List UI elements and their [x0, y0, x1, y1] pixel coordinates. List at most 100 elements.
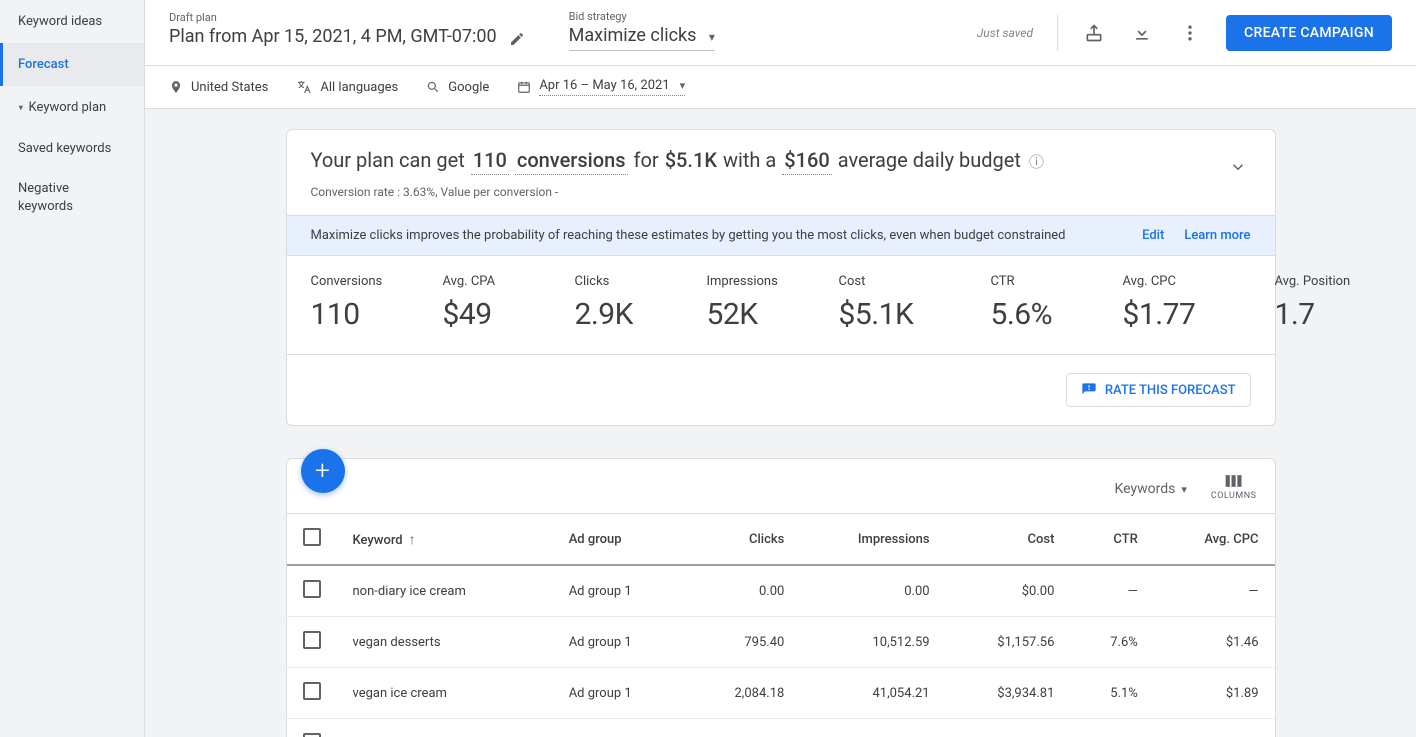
header-bar: Draft plan Plan from Apr 15, 2021, 4 PM,… [145, 0, 1416, 66]
chevron-down-icon: ▾ [709, 30, 715, 44]
table-row[interactable]: vegan ice creamAd group 12,084.1841,054.… [287, 668, 1275, 719]
col-clicks[interactable]: Clicks [686, 514, 801, 566]
sidebar-item-negative-keywords[interactable]: Negative keywords [0, 168, 144, 228]
cell-impressions: 8.06 [800, 719, 945, 737]
cell-avgcpc: $1.29 [1154, 719, 1275, 737]
filter-date-range[interactable]: Apr 16 – May 16, 2021 ▾ [517, 78, 685, 96]
more-options-icon[interactable] [1178, 21, 1202, 45]
metric-label: CTR [991, 274, 1081, 289]
headline-budget[interactable]: $160 [782, 148, 831, 175]
cell-avgcpc: $1.46 [1154, 617, 1275, 668]
col-impressions[interactable]: Impressions [800, 514, 945, 566]
headline-prefix: Your plan can get [311, 148, 465, 172]
sidebar-item-forecast[interactable]: Forecast [0, 43, 144, 86]
cell-adgroup: Ad group 1 [553, 719, 686, 737]
rate-forecast-button[interactable]: RATE THIS FORECAST [1066, 373, 1251, 407]
headline-cost: $5.1K [665, 148, 717, 172]
plan-name[interactable]: Plan from Apr 15, 2021, 4 PM, GMT-07:00 [169, 26, 497, 51]
metric-label: Conversions [311, 274, 401, 289]
forecast-subline: Conversion rate : 3.63%, Value per conve… [311, 185, 1251, 199]
add-keyword-fab[interactable]: + [301, 449, 345, 493]
bid-strategy-group: Bid strategy Maximize clicks ▾ [569, 10, 715, 51]
metric-value: 2.9K [575, 297, 665, 332]
filter-language-label: All languages [320, 80, 398, 95]
sidebar: Keyword ideas Forecast Keyword plan Save… [0, 0, 145, 737]
notice-learn-link[interactable]: Learn more [1184, 228, 1250, 243]
metric-label: Avg. CPC [1123, 274, 1233, 289]
share-icon[interactable] [1082, 21, 1106, 45]
metric-value: $5.1K [839, 297, 949, 332]
columns-icon [1224, 473, 1244, 489]
cell-clicks: 795.40 [686, 617, 801, 668]
feedback-icon [1081, 382, 1097, 398]
notice-text: Maximize clicks improves the probability… [311, 228, 1066, 243]
download-icon[interactable] [1130, 21, 1154, 45]
edit-plan-name-icon[interactable] [505, 27, 529, 51]
notice-edit-link[interactable]: Edit [1142, 228, 1164, 243]
select-all-checkbox[interactable] [303, 528, 321, 546]
columns-button[interactable]: COLUMNS [1211, 473, 1257, 501]
expand-summary-icon[interactable] [1229, 158, 1247, 176]
row-checkbox[interactable] [303, 580, 321, 598]
col-adgroup[interactable]: Ad group [553, 514, 686, 566]
sidebar-item-saved-keywords[interactable]: Saved keywords [0, 129, 144, 168]
metric-label: Impressions [707, 274, 797, 289]
metric-value: 1.7 [1275, 297, 1365, 332]
headline-suffix: average daily budget [838, 148, 1021, 172]
cell-cost: $3,934.81 [946, 668, 1071, 719]
col-cost[interactable]: Cost [946, 514, 1071, 566]
cell-keyword: vegan ice cream fla... [337, 719, 553, 737]
headline-conversions-value[interactable]: 110 [471, 148, 509, 175]
headline-for: for [634, 148, 659, 172]
headline-with: with a [723, 148, 776, 172]
cell-adgroup: Ad group 1 [553, 668, 686, 719]
bid-strategy-label: Bid strategy [569, 10, 715, 23]
table-view-dropdown[interactable]: Keywords ▾ [1115, 473, 1187, 497]
metric-value: 5.6% [991, 297, 1081, 332]
help-icon[interactable]: ⓘ [1029, 151, 1044, 172]
headline-conversions-word[interactable]: conversions [515, 148, 628, 175]
metric-value: 52K [707, 297, 797, 332]
row-checkbox[interactable] [303, 733, 321, 737]
cell-ctr: 7.6% [1070, 617, 1153, 668]
table-row[interactable]: vegan dessertsAd group 1795.4010,512.59$… [287, 617, 1275, 668]
table-view-label: Keywords [1115, 481, 1176, 497]
create-campaign-button[interactable]: CREATE CAMPAIGN [1226, 15, 1392, 51]
cell-impressions: 10,512.59 [800, 617, 945, 668]
table-row[interactable]: non-diary ice creamAd group 10.000.00$0.… [287, 565, 1275, 617]
bid-strategy-dropdown[interactable]: Maximize clicks ▾ [569, 25, 715, 51]
metrics-row: Conversions110 Avg. CPA$49 Clicks2.9K Im… [287, 256, 1275, 355]
cell-cost: $1,157.56 [946, 617, 1071, 668]
metric-value: $1.77 [1123, 297, 1233, 332]
cell-keyword: vegan desserts [337, 617, 553, 668]
filter-language[interactable]: All languages [296, 79, 398, 95]
sidebar-item-keyword-plan[interactable]: Keyword plan [0, 86, 144, 129]
col-ctr[interactable]: CTR [1070, 514, 1153, 566]
save-status: Just saved [977, 26, 1033, 40]
cell-adgroup: Ad group 1 [553, 565, 686, 617]
cell-clicks: 0.00 [686, 565, 801, 617]
filter-network[interactable]: Google [426, 80, 489, 95]
calendar-icon [517, 80, 531, 94]
metric-value: $49 [443, 297, 533, 332]
col-keyword[interactable]: Keyword↑ [337, 514, 553, 566]
filter-date-label: Apr 16 – May 16, 2021 [539, 78, 669, 93]
cell-avgcpc: $1.89 [1154, 668, 1275, 719]
cell-cost: $0.00 [946, 565, 1071, 617]
keywords-table: Keyword↑ Ad group Clicks Impressions Cos… [287, 513, 1275, 737]
sort-arrow-up-icon: ↑ [409, 532, 416, 548]
chevron-down-icon: ▾ [680, 79, 686, 92]
cell-ctr: 3.0% [1070, 719, 1153, 737]
main-content: Draft plan Plan from Apr 15, 2021, 4 PM,… [145, 0, 1416, 737]
cell-cost: $0.31 [946, 719, 1071, 737]
row-checkbox[interactable] [303, 682, 321, 700]
cell-ctr: — [1070, 565, 1153, 617]
sidebar-item-keyword-ideas[interactable]: Keyword ideas [0, 0, 144, 43]
col-avgcpc[interactable]: Avg. CPC [1154, 514, 1275, 566]
draft-plan-label: Draft plan [169, 11, 529, 24]
search-icon [426, 80, 440, 94]
table-row[interactable]: vegan ice cream fla...Ad group 10.248.06… [287, 719, 1275, 737]
row-checkbox[interactable] [303, 631, 321, 649]
filter-bar: United States All languages Google Apr 1… [145, 66, 1416, 109]
filter-location[interactable]: United States [169, 80, 268, 95]
